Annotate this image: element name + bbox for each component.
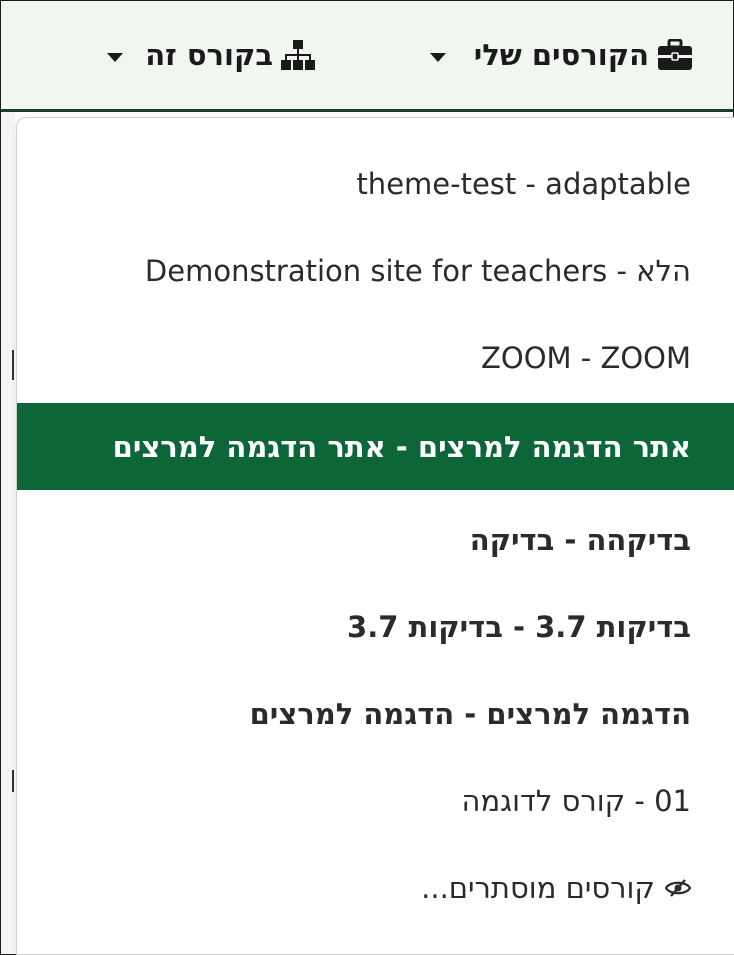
course-item-label: אתר הדגמה למרצים - אתר הדגמה למרצים <box>112 429 691 464</box>
course-item-label: בדיקות 3.7 - בדיקות 3.7 <box>347 609 691 644</box>
page-edge-mark <box>12 350 14 380</box>
dropdown-course-item[interactable]: theme-test - adaptable <box>17 140 734 227</box>
hidden-courses-label: קורסים מוסתרים... <box>421 870 655 905</box>
this-course-label: בקורס זה <box>145 38 273 72</box>
page-left-edge <box>1 112 15 953</box>
top-navbar: הקורסים שלי בקורס זה <box>1 1 733 112</box>
course-item-label: Demonstration site for teachers - הלא <box>144 253 691 288</box>
my-courses-label: הקורסים שלי <box>473 38 649 72</box>
eye-slash-icon <box>665 878 691 898</box>
dropdown-course-item[interactable]: בדיקות 3.7 - בדיקות 3.7 <box>17 583 734 670</box>
dropdown-course-item[interactable]: Demonstration site for teachers - הלא <box>17 227 734 314</box>
my-courses-dropdown: theme-test - adaptable Demonstration sit… <box>16 117 734 955</box>
course-item-label: 01 - קורס לדוגמה <box>461 783 692 818</box>
course-item-label: בדיקהה - בדיקה <box>469 522 691 557</box>
sitemap-icon <box>281 39 315 71</box>
dropdown-course-item[interactable]: בדיקהה - בדיקה <box>17 496 734 583</box>
dropdown-course-item[interactable]: ZOOM - ZOOM <box>17 314 734 401</box>
chevron-down-icon <box>429 52 446 62</box>
page-edge-mark <box>12 770 14 792</box>
my-courses-menu-button[interactable]: הקורסים שלי <box>429 35 693 75</box>
dropdown-course-item[interactable]: 01 - קורס לדוגמה <box>17 757 734 844</box>
course-item-label: הדגמה למרצים - הדגמה למרצים <box>249 696 691 731</box>
dropdown-course-item-active[interactable]: אתר הדגמה למרצים - אתר הדגמה למרצים <box>17 403 734 490</box>
course-item-label: theme-test - adaptable <box>356 166 691 201</box>
hidden-courses-item[interactable]: קורסים מוסתרים... <box>17 844 734 931</box>
this-course-menu-button[interactable]: בקורס זה <box>107 35 315 75</box>
briefcase-icon <box>657 39 693 71</box>
chevron-down-icon <box>107 52 124 62</box>
course-item-label: ZOOM - ZOOM <box>481 340 691 375</box>
dropdown-course-item[interactable]: הדגמה למרצים - הדגמה למרצים <box>17 670 734 757</box>
